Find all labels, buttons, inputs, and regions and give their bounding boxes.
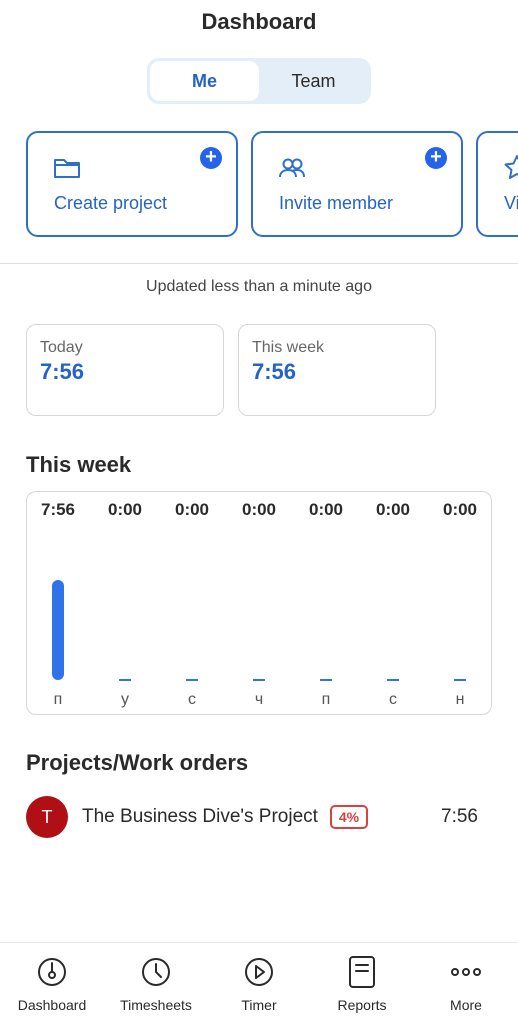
day-label: п: [322, 691, 331, 708]
nav-timesheets[interactable]: Timesheets: [104, 943, 208, 1024]
day-bar[interactable]: [186, 679, 198, 681]
day-total-label: 0:00: [376, 500, 410, 519]
day-bar[interactable]: [320, 679, 332, 681]
this-week-title: This week: [26, 452, 132, 477]
nav-dashboard[interactable]: Dashboard: [0, 943, 104, 1024]
folder-icon: [54, 159, 80, 178]
nav-dashboard-label: Dashboard: [17, 997, 87, 1013]
day-label: у: [121, 691, 129, 708]
plus-icon: +: [425, 147, 447, 169]
project-avatar: T: [26, 796, 68, 838]
invite-member-label: Invite member: [279, 193, 394, 213]
today-card[interactable]: Today 7:56: [26, 324, 224, 416]
day-label: с: [188, 691, 196, 708]
page-title: Dashboard: [201, 9, 317, 34]
day-label: с: [389, 691, 397, 708]
partial-action-label: Vi: [504, 193, 518, 213]
segment-me[interactable]: Me: [150, 61, 259, 101]
projects-title: Projects/Work orders: [26, 750, 249, 775]
day-bar[interactable]: [454, 679, 466, 681]
this-week-card[interactable]: This week 7:56: [238, 324, 436, 416]
day-total-label: 0:00: [309, 500, 343, 519]
nav-more-label: More: [450, 997, 482, 1013]
play-icon: [245, 958, 273, 986]
project-row[interactable]: T The Business Dive's Project 4% 7:56: [26, 796, 492, 838]
reports-icon: [349, 956, 375, 988]
day-total-label: 7:56: [41, 500, 75, 519]
nav-timer[interactable]: Timer: [207, 943, 311, 1024]
day-bar[interactable]: [387, 679, 399, 681]
create-project-button[interactable]: Create project +: [26, 131, 238, 237]
day-bar[interactable]: [119, 679, 131, 681]
divider: [0, 263, 518, 264]
create-project-label: Create project: [54, 193, 168, 213]
day-total-label: 0:00: [108, 500, 142, 519]
day-label: н: [456, 691, 465, 708]
day-label: п: [54, 691, 63, 708]
project-time: 7:56: [441, 806, 478, 827]
plus-icon: +: [200, 147, 222, 169]
today-value: 7:56: [40, 359, 85, 384]
dashboard-icon: [38, 958, 66, 986]
bottom-nav: Dashboard Timesheets Timer Reports More: [0, 942, 518, 1024]
updated-status: Updated less than a minute ago: [146, 278, 372, 295]
me-team-toggle: Me Team: [147, 58, 371, 104]
star-icon: [504, 155, 518, 179]
weekly-chart: 7:56 п 0:00 у 0:00 с 0:00 ч 0:00 п 0:00 с 0:00 н: [26, 491, 492, 715]
partial-action-button[interactable]: Vi: [476, 131, 518, 237]
nav-reports-label: Reports: [337, 997, 387, 1013]
clock-icon: [142, 958, 170, 986]
this-week-label: This week: [252, 339, 325, 356]
day-bar[interactable]: [52, 580, 64, 680]
day-label: ч: [255, 691, 263, 708]
day-bar[interactable]: [253, 679, 265, 681]
segment-team[interactable]: Team: [259, 61, 368, 101]
day-total-label: 0:00: [242, 500, 276, 519]
this-week-value: 7:56: [252, 359, 297, 384]
more-icon: [451, 968, 481, 976]
invite-member-button[interactable]: Invite member +: [251, 131, 463, 237]
nav-reports[interactable]: Reports: [310, 943, 414, 1024]
nav-timer-label: Timer: [241, 997, 277, 1013]
users-icon: [279, 158, 305, 178]
quick-actions: Create project + Invite member + Vi: [26, 131, 518, 237]
project-progress-badge: 4%: [330, 805, 368, 829]
day-total-label: 0:00: [175, 500, 209, 519]
day-total-label: 0:00: [443, 500, 477, 519]
nav-timesheets-label: Timesheets: [120, 997, 192, 1013]
weekly-bar-chart: 7:56 п 0:00 у 0:00 с 0:00 ч 0:00 п 0:00 с 0:00 н: [41, 500, 477, 708]
project-name: The Business Dive's Project: [82, 806, 318, 827]
today-label: Today: [40, 339, 83, 356]
nav-more[interactable]: More: [414, 943, 518, 1024]
